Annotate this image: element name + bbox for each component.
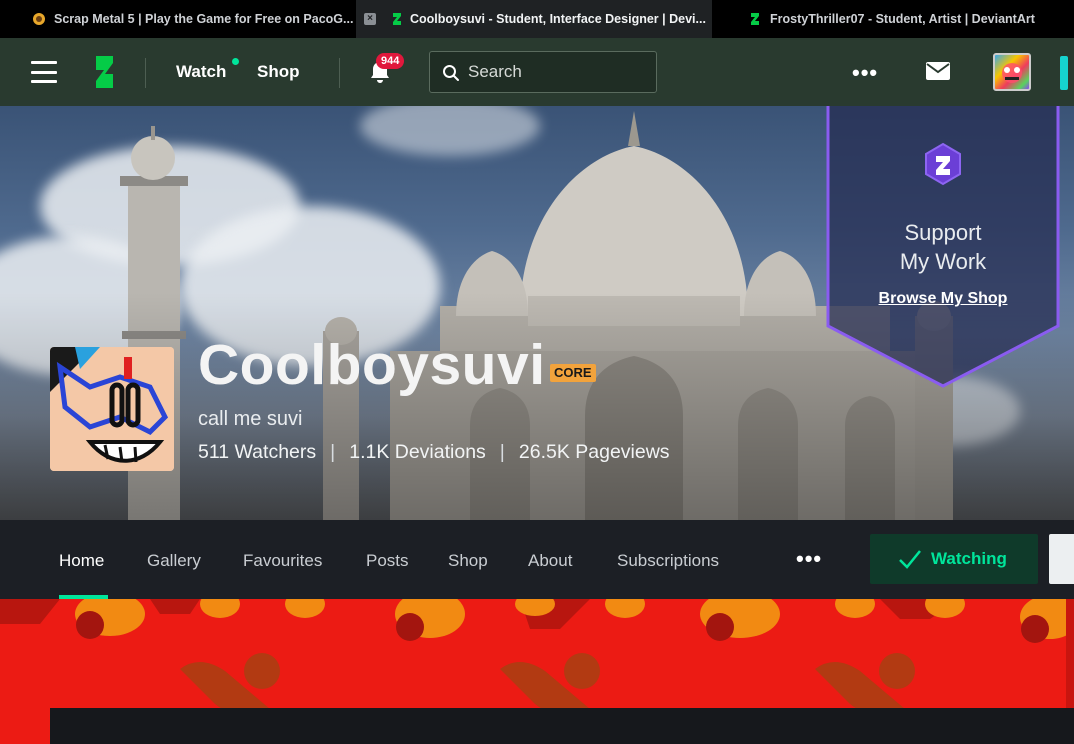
browser-tab[interactable]: FrostyThriller07 - Student, Artist | Dev… — [712, 0, 1074, 38]
browser-tab-title: FrostyThriller07 - Student, Artist | Dev… — [770, 12, 1035, 26]
side-action-button[interactable] — [1049, 534, 1074, 584]
notification-count-badge: 944 — [376, 53, 405, 69]
profile-avatar[interactable] — [50, 347, 174, 471]
header-edge-accent — [1060, 56, 1068, 90]
more-options-icon[interactable]: ••• — [852, 60, 878, 86]
core-membership-badge: CORE — [550, 364, 596, 382]
shop-nav-link[interactable]: Shop — [257, 62, 300, 82]
watch-new-indicator — [232, 58, 239, 65]
tab-favourites[interactable]: Favourites — [243, 551, 322, 571]
browser-tab-title: Scrap Metal 5 | Play the Game for Free o… — [54, 12, 354, 26]
search-box[interactable] — [429, 51, 657, 93]
tab-posts[interactable]: Posts — [366, 551, 409, 571]
tab-shop[interactable]: Shop — [448, 551, 488, 571]
more-tabs-icon[interactable]: ••• — [796, 546, 822, 572]
header-divider — [145, 58, 146, 88]
browse-shop-link[interactable]: Browse My Shop — [826, 290, 1060, 308]
deviantart-favicon-icon — [751, 13, 759, 25]
watching-button[interactable]: Watching — [870, 534, 1038, 584]
browser-tab-title: Coolboysuvi - Student, Interface Designe… — [410, 12, 706, 26]
watch-nav-link[interactable]: Watch — [176, 62, 226, 82]
profile-avatar-image — [50, 347, 174, 471]
tab-home[interactable]: Home — [59, 551, 104, 571]
profile-tab-bar: Home Gallery Favourites Posts Shop About… — [0, 520, 1074, 599]
deviantart-favicon-icon — [393, 13, 401, 25]
browser-tab-strip: Scrap Metal 5 | Play the Game for Free o… — [0, 0, 1074, 38]
menu-icon[interactable] — [31, 61, 57, 83]
profile-username: Coolboysuvi — [198, 333, 546, 397]
watching-button-label: Watching — [931, 549, 1007, 568]
scrap-metal-favicon-icon — [33, 13, 45, 25]
user-avatar[interactable] — [993, 53, 1031, 91]
watchers-count[interactable]: 511 Watchers — [198, 441, 316, 464]
browser-tab[interactable]: Scrap Metal 5 | Play the Game for Free o… — [0, 0, 356, 38]
checkmark-icon — [899, 550, 921, 569]
deviantart-logo-icon[interactable] — [92, 55, 116, 89]
mail-icon[interactable] — [926, 62, 950, 80]
stats-separator: | — [330, 441, 336, 463]
stats-separator: | — [499, 441, 505, 463]
close-tab-icon[interactable]: × — [364, 13, 376, 25]
site-header: Watch Shop 944 ••• — [0, 38, 1074, 106]
profile-stats: 511 Watchers | 1.1K Deviations | 26.5K P… — [198, 441, 670, 464]
tab-about[interactable]: About — [528, 551, 572, 571]
content-area-top — [50, 708, 1074, 744]
user-avatar-image — [1002, 63, 1022, 83]
deviations-count[interactable]: 1.1K Deviations — [349, 441, 486, 464]
header-divider — [339, 58, 340, 88]
tab-subscriptions[interactable]: Subscriptions — [617, 551, 719, 571]
search-input[interactable] — [468, 60, 648, 84]
search-icon — [443, 65, 459, 81]
support-my-work-title: Support My Work — [899, 220, 987, 274]
pageviews-count: 26.5K Pageviews — [518, 441, 670, 463]
profile-tagline: call me suvi — [198, 408, 303, 430]
tab-gallery[interactable]: Gallery — [147, 551, 201, 571]
browser-tab-active[interactable]: × Coolboysuvi - Student, Interface Desig… — [356, 0, 712, 38]
